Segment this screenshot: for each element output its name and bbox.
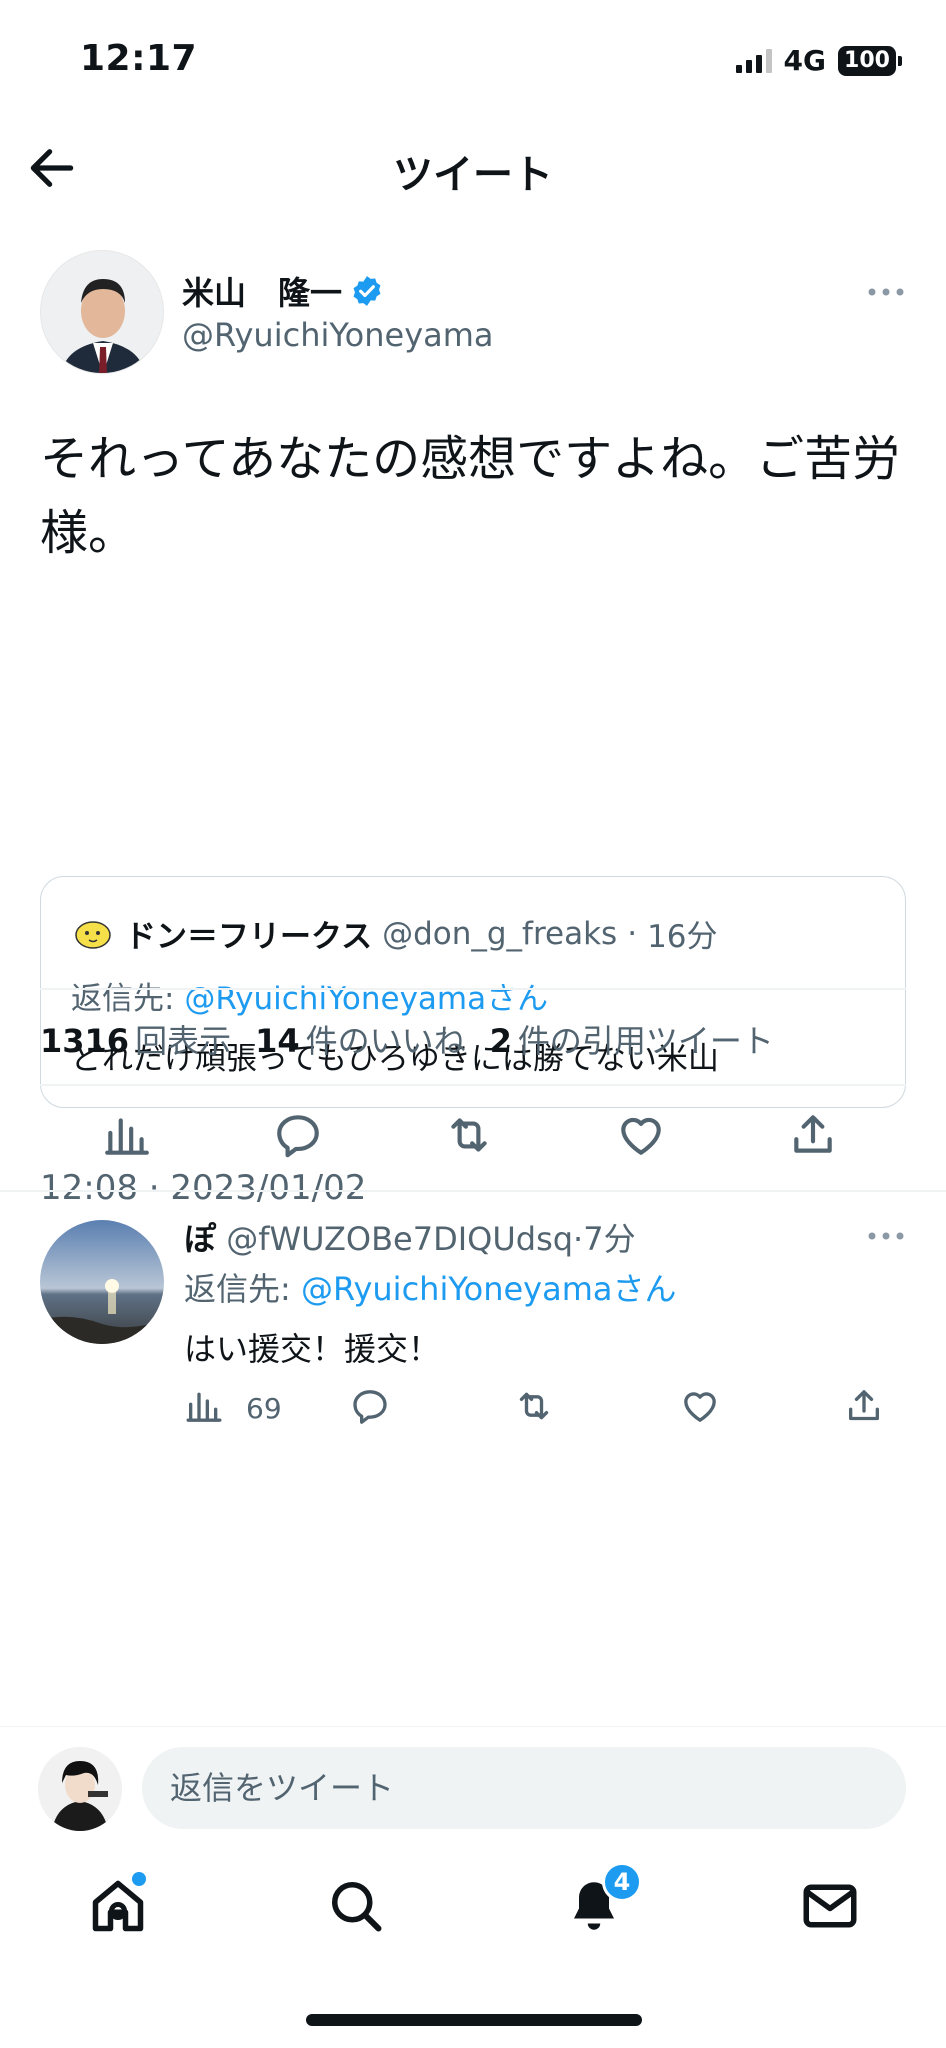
quotes-label: 件の引用ツイート <box>517 1022 774 1060</box>
reply-actions <box>0 1386 946 1436</box>
user-avatar-image <box>38 1747 122 1831</box>
sunset-avatar-image <box>40 1220 164 1344</box>
analytics-icon[interactable] <box>102 1110 152 1160</box>
like-heart-icon[interactable] <box>616 1110 666 1160</box>
reply-author-name[interactable]: ぽ <box>184 1220 216 1258</box>
signal-icon <box>735 48 772 73</box>
views-label: 回表示 <box>135 1022 232 1060</box>
divider <box>40 988 906 990</box>
quote-reply-to: 返信先: @RyuichiYoneyamaさん <box>71 973 548 1018</box>
retweet-icon[interactable] <box>444 1110 494 1160</box>
reply-text: はい援交！援交！ <box>184 1330 441 1368</box>
author-handle[interactable]: @RyuichiYoneyama <box>182 316 494 354</box>
status-bar: 12:17 4G 100 <box>0 0 946 120</box>
reply-reply-to: 返信先: @RyuichiYoneyamaさん <box>184 1264 677 1310</box>
quote-time: 16分 <box>647 919 718 955</box>
tweet-text: それってあなたの感想ですよね。ご苦労様。 <box>40 431 901 561</box>
search-icon[interactable] <box>326 1876 386 1936</box>
reply-suffix: さん <box>612 1270 677 1308</box>
divider <box>40 1084 906 1086</box>
likes-stat[interactable]: 14 件のいいね <box>255 1016 466 1062</box>
reply-composer <box>0 1726 946 1844</box>
views-count: 1316 <box>40 1022 130 1060</box>
home-indicator <box>306 2014 642 2026</box>
tweet-stats: 1316 回表示 14 件のいいね 2 件の引用ツイート <box>40 1016 774 1062</box>
battery-icon: 100 <box>838 45 902 76</box>
reply-suffix: さん <box>486 981 549 1017</box>
author-name[interactable]: 米山 隆一 <box>182 268 384 314</box>
person-avatar-image <box>41 251 163 373</box>
network-type: 4G <box>783 44 826 77</box>
quote-tweet-card[interactable]: ドン＝フリークス @don_g_freaks · 16分 返信先: @Ryuic… <box>40 876 906 1108</box>
notifications-badge: 4 <box>602 1862 642 1902</box>
quote-author-avatar <box>71 911 115 956</box>
reply-time: 7分 <box>583 1220 636 1258</box>
likes-count: 14 <box>255 1022 300 1060</box>
quote-author-handle: @don_g_freaks <box>382 915 618 952</box>
quotes-count: 2 <box>489 1022 512 1060</box>
views-stat[interactable]: 1316 回表示 <box>40 1016 231 1062</box>
page-title: ツイート <box>393 152 553 198</box>
status-time: 12:17 <box>80 38 198 79</box>
likes-label: 件のいいね <box>305 1022 466 1060</box>
verified-badge-icon <box>353 276 381 306</box>
quote-author-name: ドン＝フリークス <box>125 919 373 955</box>
reply-reply-icon[interactable] <box>350 1386 390 1426</box>
reply-mention-link[interactable]: @RyuichiYoneyama <box>301 1270 613 1308</box>
reply-author-avatar[interactable] <box>40 1220 164 1344</box>
reply-prefix: 返信先: <box>71 981 185 1017</box>
author-name-text: 米山 隆一 <box>182 274 343 312</box>
messages-envelope-icon[interactable] <box>800 1876 860 1936</box>
reply-share-icon[interactable] <box>844 1386 884 1426</box>
divider <box>0 1190 946 1192</box>
reply-retweet-icon[interactable] <box>514 1386 554 1426</box>
share-icon[interactable] <box>788 1110 838 1160</box>
reply-view-count: 69 <box>246 1392 282 1425</box>
header: ツイート <box>0 120 946 220</box>
author-avatar[interactable] <box>40 250 164 374</box>
tweet-timestamp[interactable]: 12:08 · 2023/01/02 <box>40 1168 366 1208</box>
reply-mention-link[interactable]: @RyuichiYoneyama <box>184 981 486 1017</box>
reply-header: ぽ @fWUZOBe7DIQUdsq·7分 <box>184 1214 636 1260</box>
reply-analytics-icon[interactable] <box>184 1386 224 1426</box>
current-user-avatar[interactable] <box>38 1747 122 1831</box>
reply-like-heart-icon[interactable] <box>680 1386 720 1426</box>
reply-icon[interactable] <box>273 1110 323 1160</box>
reply-author-handle[interactable]: @fWUZOBe7DIQUdsq <box>226 1220 573 1258</box>
dot-separator: · <box>573 1220 584 1258</box>
tweet-actions <box>0 1110 946 1170</box>
status-indicators: 4G 100 <box>735 44 902 77</box>
reply-prefix: 返信先: <box>184 1270 301 1308</box>
home-unread-dot <box>132 1872 146 1886</box>
dot-separator: · <box>627 915 638 952</box>
battery-level: 100 <box>838 45 896 76</box>
quotes-stat[interactable]: 2 件の引用ツイート <box>490 1016 774 1062</box>
reply-more-options-icon[interactable] <box>866 1230 906 1242</box>
tab-bar: 4 <box>0 1858 946 1958</box>
quote-header: ドン＝フリークス @don_g_freaks · 16分 <box>71 911 718 956</box>
reply-input[interactable] <box>142 1747 906 1829</box>
more-options-icon[interactable] <box>866 286 906 298</box>
